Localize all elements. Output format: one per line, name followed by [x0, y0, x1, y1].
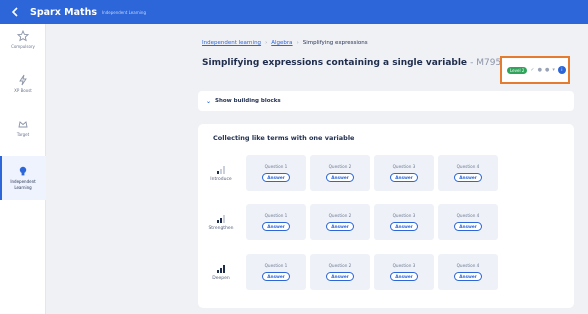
question-label: Question 1 — [264, 164, 288, 169]
row-name: Deepen — [212, 275, 230, 281]
star-icon — [17, 30, 29, 42]
question-label: Question 3 — [392, 164, 416, 169]
page-title-text: Simplifying expressions containing a sin… — [202, 58, 468, 68]
app-section: Independent Learning — [102, 9, 146, 15]
breadcrumb-separator: › — [296, 40, 299, 46]
top-bar: Sparx Maths Independent Learning — [0, 0, 588, 24]
app-name: Sparx Maths — [30, 6, 97, 18]
xp-boost-icon — [19, 74, 27, 86]
question-label: Question 4 — [456, 164, 480, 169]
sidebar-item-independent-learning[interactable]: Independent Learning — [0, 156, 46, 200]
question-tile[interactable]: Question 2 Answer — [310, 254, 370, 290]
difficulty-bars-icon — [217, 165, 225, 174]
question-tile[interactable]: Question 3 Answer — [374, 155, 434, 191]
breadcrumb-separator: › — [265, 40, 268, 46]
row-name: Introduce — [210, 176, 232, 182]
answer-button[interactable]: Answer — [326, 222, 354, 231]
level-row-introduce: Introduce Question 1 Answer Question 2 Ans… — [204, 155, 574, 191]
building-blocks-label: Show building blocks — [215, 98, 281, 104]
answer-button[interactable]: Answer — [262, 272, 290, 281]
question-tile[interactable]: Question 4 Answer — [438, 254, 498, 290]
question-label: Question 4 — [456, 213, 480, 218]
question-tile[interactable]: Question 3 Answer — [374, 204, 434, 240]
question-label: Question 4 — [456, 263, 480, 268]
row-label: Introduce — [204, 155, 238, 191]
sidebar-item-label: XP Boost — [14, 88, 32, 93]
breadcrumb: Independent learning › Algebra › Simplif… — [202, 40, 368, 46]
question-tile[interactable]: Question 2 Answer — [310, 155, 370, 191]
question-label: Question 3 — [392, 213, 416, 218]
question-label: Question 2 — [328, 164, 352, 169]
back-button[interactable] — [8, 5, 22, 19]
row-label: Strengthen — [204, 204, 238, 240]
target-icon — [18, 121, 28, 128]
breadcrumb-link-algebra[interactable]: Algebra — [271, 40, 292, 46]
level-step-icon: ● — [544, 67, 550, 73]
question-tile[interactable]: Question 4 Answer — [438, 204, 498, 240]
question-label: Question 1 — [264, 263, 288, 268]
question-tile[interactable]: Question 1 Answer — [246, 155, 306, 191]
breadcrumb-link-independent-learning[interactable]: Independent learning — [202, 40, 261, 46]
page-code: - M795 — [470, 58, 502, 68]
question-label: Question 3 — [392, 263, 416, 268]
info-icon[interactable]: i — [557, 66, 566, 74]
answer-button[interactable]: Answer — [454, 272, 482, 281]
question-tile[interactable]: Question 3 Answer — [374, 254, 434, 290]
sidebar-item-label: Target — [16, 132, 30, 137]
answer-button[interactable]: Answer — [262, 173, 290, 182]
question-tile[interactable]: Question 2 Answer — [310, 204, 370, 240]
question-tile[interactable]: Question 4 Answer — [438, 155, 498, 191]
answer-button[interactable]: Answer — [262, 222, 290, 231]
check-icon: ✓ — [530, 67, 535, 73]
show-building-blocks-toggle[interactable]: ⌄ Show building blocks — [198, 91, 574, 111]
level-badge[interactable]: Level 2 — [507, 66, 528, 74]
level-indicator: Level 2 ✓ ● ● ▾ i — [500, 56, 570, 84]
chevron-down-icon[interactable]: ▾ — [552, 67, 555, 73]
question-label: Question 2 — [328, 263, 352, 268]
answer-button[interactable]: Answer — [390, 173, 418, 182]
answer-button[interactable]: Answer — [454, 173, 482, 182]
chevron-down-icon: ⌄ — [206, 97, 212, 105]
question-tile[interactable]: Question 1 Answer — [246, 254, 306, 290]
level-row-strengthen: Strengthen Question 1 Answer Question 2 An… — [204, 204, 574, 240]
sidebar-item-compulsory[interactable]: Compulsory — [0, 30, 46, 60]
row-label: Deepen — [204, 254, 238, 290]
sidebar: Compulsory XP Boost Target Independent L… — [0, 24, 46, 314]
question-tile[interactable]: Question 1 Answer — [246, 204, 306, 240]
difficulty-bars-icon — [217, 264, 225, 273]
task-card: Collecting like terms with one variable … — [198, 124, 574, 308]
answer-button[interactable]: Answer — [326, 272, 354, 281]
card-title: Collecting like terms with one variable — [213, 134, 355, 142]
answer-button[interactable]: Answer — [326, 173, 354, 182]
row-name: Strengthen — [208, 225, 234, 231]
question-label: Question 1 — [264, 213, 288, 218]
page-title: Simplifying expressions containing a sin… — [202, 58, 501, 68]
sidebar-item-label: Compulsory — [11, 44, 35, 49]
lightbulb-icon — [19, 166, 27, 176]
level-step-icon: ● — [537, 67, 542, 73]
breadcrumb-current: Simplifying expressions — [302, 40, 368, 46]
answer-button[interactable]: Answer — [390, 222, 418, 231]
sidebar-item-xp-boost[interactable]: XP Boost — [0, 74, 46, 104]
answer-button[interactable]: Answer — [390, 272, 418, 281]
sidebar-item-target[interactable]: Target — [0, 118, 46, 148]
difficulty-bars-icon — [217, 214, 225, 223]
answer-button[interactable]: Answer — [454, 222, 482, 231]
chevron-left-icon — [11, 7, 18, 17]
question-label: Question 2 — [328, 213, 352, 218]
sidebar-item-label: Independent Learning — [10, 179, 36, 190]
level-row-deepen: Deepen Question 1 Answer Question 2 Answer… — [204, 254, 574, 290]
